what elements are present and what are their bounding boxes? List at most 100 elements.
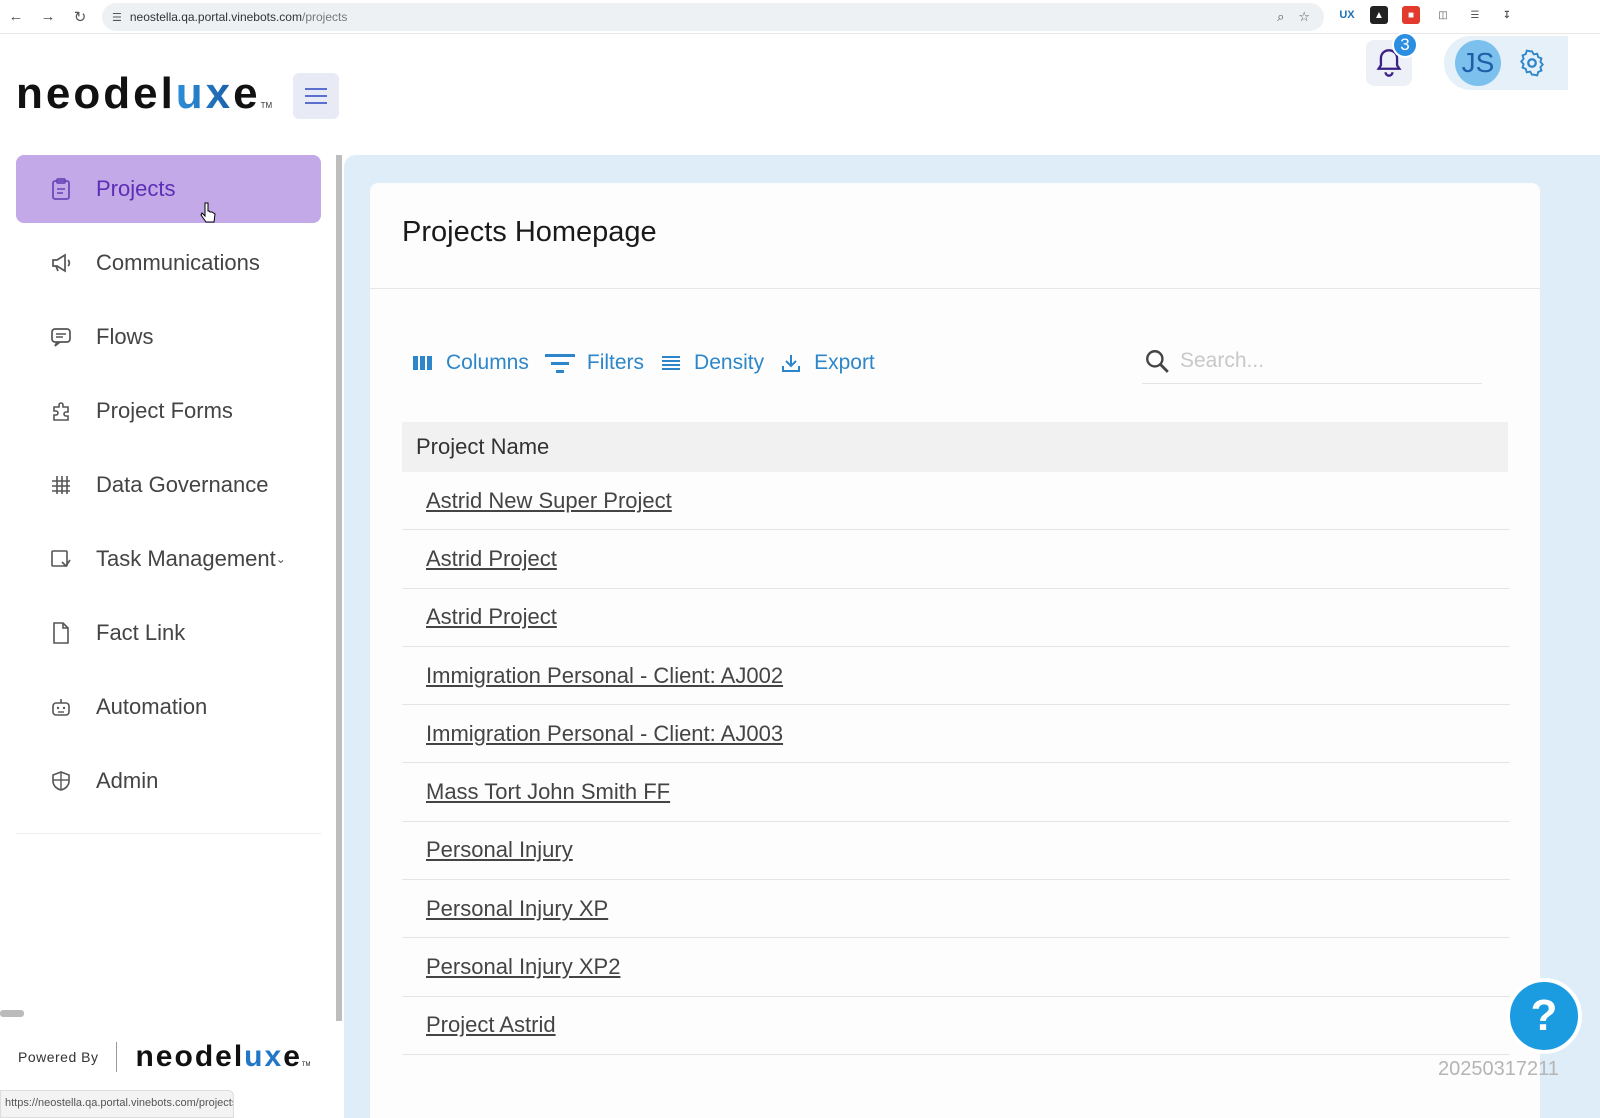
sidebar-item-label: Admin (96, 768, 159, 793)
grid-icon (48, 472, 74, 498)
filter-icon (543, 350, 577, 376)
density-button[interactable]: Density (658, 350, 764, 376)
table-row: Personal Injury (402, 822, 1510, 881)
sidebar-item-fact-link[interactable]: Fact Link (16, 599, 321, 667)
reload-icon[interactable]: ↻ (64, 1, 96, 33)
hamburger-icon (305, 88, 327, 104)
url-text: neostella.qa.portal.vinebots.com/project… (129, 10, 348, 24)
search-box (1142, 338, 1482, 384)
table-row: Immigration Personal - Client: AJ003 (402, 705, 1510, 764)
search-icon (1142, 346, 1172, 376)
neodeluxe-logo[interactable]: neodeluxeTM (16, 69, 272, 119)
card-divider (370, 288, 1540, 289)
filters-label: Filters (586, 351, 645, 374)
project-link[interactable]: Immigration Personal - Client: AJ003 (426, 721, 783, 747)
sidebar-scrollbar[interactable] (336, 155, 342, 1021)
table-row: Mass Tort John Smith FF (402, 763, 1510, 822)
sidebar-item-communications[interactable]: Communications (16, 229, 321, 297)
timestamp-watermark: 20250317211 (1438, 1058, 1559, 1080)
puzzle-extension-icon[interactable]: ◫ (1434, 6, 1452, 24)
site-settings-icon[interactable]: ☰ (112, 11, 122, 24)
question-mark-icon: ? (1530, 991, 1558, 1040)
sidebar-item-label: Automation (96, 694, 208, 719)
project-link[interactable]: Mass Tort John Smith FF (426, 779, 670, 805)
export-button[interactable]: Export (778, 350, 875, 376)
column-header-project-name[interactable]: Project Name (416, 434, 549, 460)
dark-extension-icon[interactable]: ▲ (1370, 6, 1388, 24)
columns-button[interactable]: Columns (410, 350, 529, 376)
chat-icon (48, 324, 74, 350)
clipboard-icon (48, 176, 74, 202)
zoom-icon[interactable]: ⌕ (1277, 9, 1284, 25)
sidebar-horizontal-scrollbar[interactable] (0, 1010, 24, 1017)
table-row: Astrid Project (402, 530, 1510, 589)
sidebar-divider (16, 833, 321, 834)
table-row: Immigration Personal - Client: AJ002 (402, 647, 1510, 706)
export-label: Export (814, 351, 875, 374)
mouse-cursor-icon (200, 202, 216, 223)
table-row: Personal Injury XP (402, 880, 1510, 939)
sidebar-item-label: Project Forms (96, 398, 233, 423)
download-icon[interactable]: ↧ (1498, 6, 1516, 24)
columns-icon (410, 350, 436, 376)
sidebar-item-project-forms[interactable]: Project Forms (16, 377, 321, 445)
extensions-area: UX ▲ ■ ◫ ☰ ↧ (1338, 6, 1516, 24)
project-link[interactable]: Immigration Personal - Client: AJ002 (426, 663, 783, 689)
table-row: Astrid Project (402, 589, 1510, 647)
sidebar-item-label: Fact Link (96, 620, 186, 645)
task-icon (48, 546, 74, 572)
sidebar-item-label: Flows (96, 324, 154, 349)
sidebar-item-label: Data Governance (96, 472, 269, 497)
bookmark-star-icon[interactable]: ☆ (1298, 9, 1310, 25)
sidebar-item-data-governance[interactable]: Data Governance (16, 451, 321, 519)
footer-separator (116, 1042, 118, 1072)
density-label: Density (694, 351, 765, 374)
footer-logo: neodeluxeTM (135, 1040, 311, 1073)
shield-icon (48, 768, 74, 794)
density-icon (658, 350, 684, 376)
red-extension-icon[interactable]: ■ (1402, 6, 1420, 24)
sidebar-item-automation[interactable]: Automation (16, 673, 321, 741)
project-link[interactable]: Personal Injury XP2 (426, 954, 620, 980)
sidebar-item-label: Projects (96, 176, 176, 201)
notification-count-badge: 3 (1392, 32, 1418, 58)
back-icon[interactable]: ← (0, 1, 32, 33)
filters-button[interactable]: Filters (543, 350, 644, 376)
robot-icon (48, 694, 74, 720)
puzzle-icon (48, 398, 74, 424)
sidebar-item-label: Task Management (96, 546, 276, 571)
project-list: Astrid New Super Project Astrid Project … (402, 472, 1510, 1055)
project-link[interactable]: Project Astrid (426, 1012, 556, 1038)
sidebar-item-label: Communications (96, 250, 260, 275)
media-control-icon[interactable]: ☰ (1466, 6, 1484, 24)
project-link[interactable]: Astrid Project (426, 604, 557, 630)
project-link[interactable]: Personal Injury XP (426, 896, 608, 922)
address-bar[interactable]: ☰ neostella.qa.portal.vinebots.com/proje… (102, 3, 1324, 31)
help-button[interactable]: ? (1506, 978, 1582, 1054)
project-link[interactable]: Astrid New Super Project (426, 488, 672, 514)
grid-column-header[interactable]: Project Name (402, 422, 1508, 472)
sidebar-item-task-management[interactable]: Task Management ⌄ (16, 525, 321, 593)
document-icon (48, 620, 74, 646)
project-link[interactable]: Personal Injury (426, 837, 573, 863)
user-avatar[interactable]: JS (1455, 40, 1501, 86)
page-title: Projects Homepage (402, 216, 657, 248)
table-row: Astrid New Super Project (402, 472, 1510, 531)
forward-icon[interactable]: → (32, 1, 64, 33)
settings-gear-icon[interactable] (1515, 46, 1549, 80)
app-header: neodeluxeTM (0, 35, 1600, 155)
hamburger-menu-button[interactable] (293, 73, 339, 119)
sidebar-item-flows[interactable]: Flows (16, 303, 321, 371)
search-input[interactable] (1180, 348, 1460, 373)
project-link[interactable]: Astrid Project (426, 546, 557, 572)
megaphone-icon (48, 250, 74, 276)
table-row: Project Astrid (402, 997, 1510, 1055)
sidebar-item-projects[interactable]: Projects (16, 155, 321, 223)
powered-by-label: Powered By (18, 1049, 99, 1065)
ux-extension-icon[interactable]: UX (1338, 6, 1356, 24)
sidebar-item-admin[interactable]: Admin (16, 747, 321, 815)
powered-by-footer: Powered By neodeluxeTM (18, 1040, 311, 1074)
chevron-down-icon[interactable]: ⌄ (276, 552, 286, 566)
export-icon (778, 350, 804, 376)
status-bar-url: https://neostella.qa.portal.vinebots.com… (0, 1090, 234, 1118)
